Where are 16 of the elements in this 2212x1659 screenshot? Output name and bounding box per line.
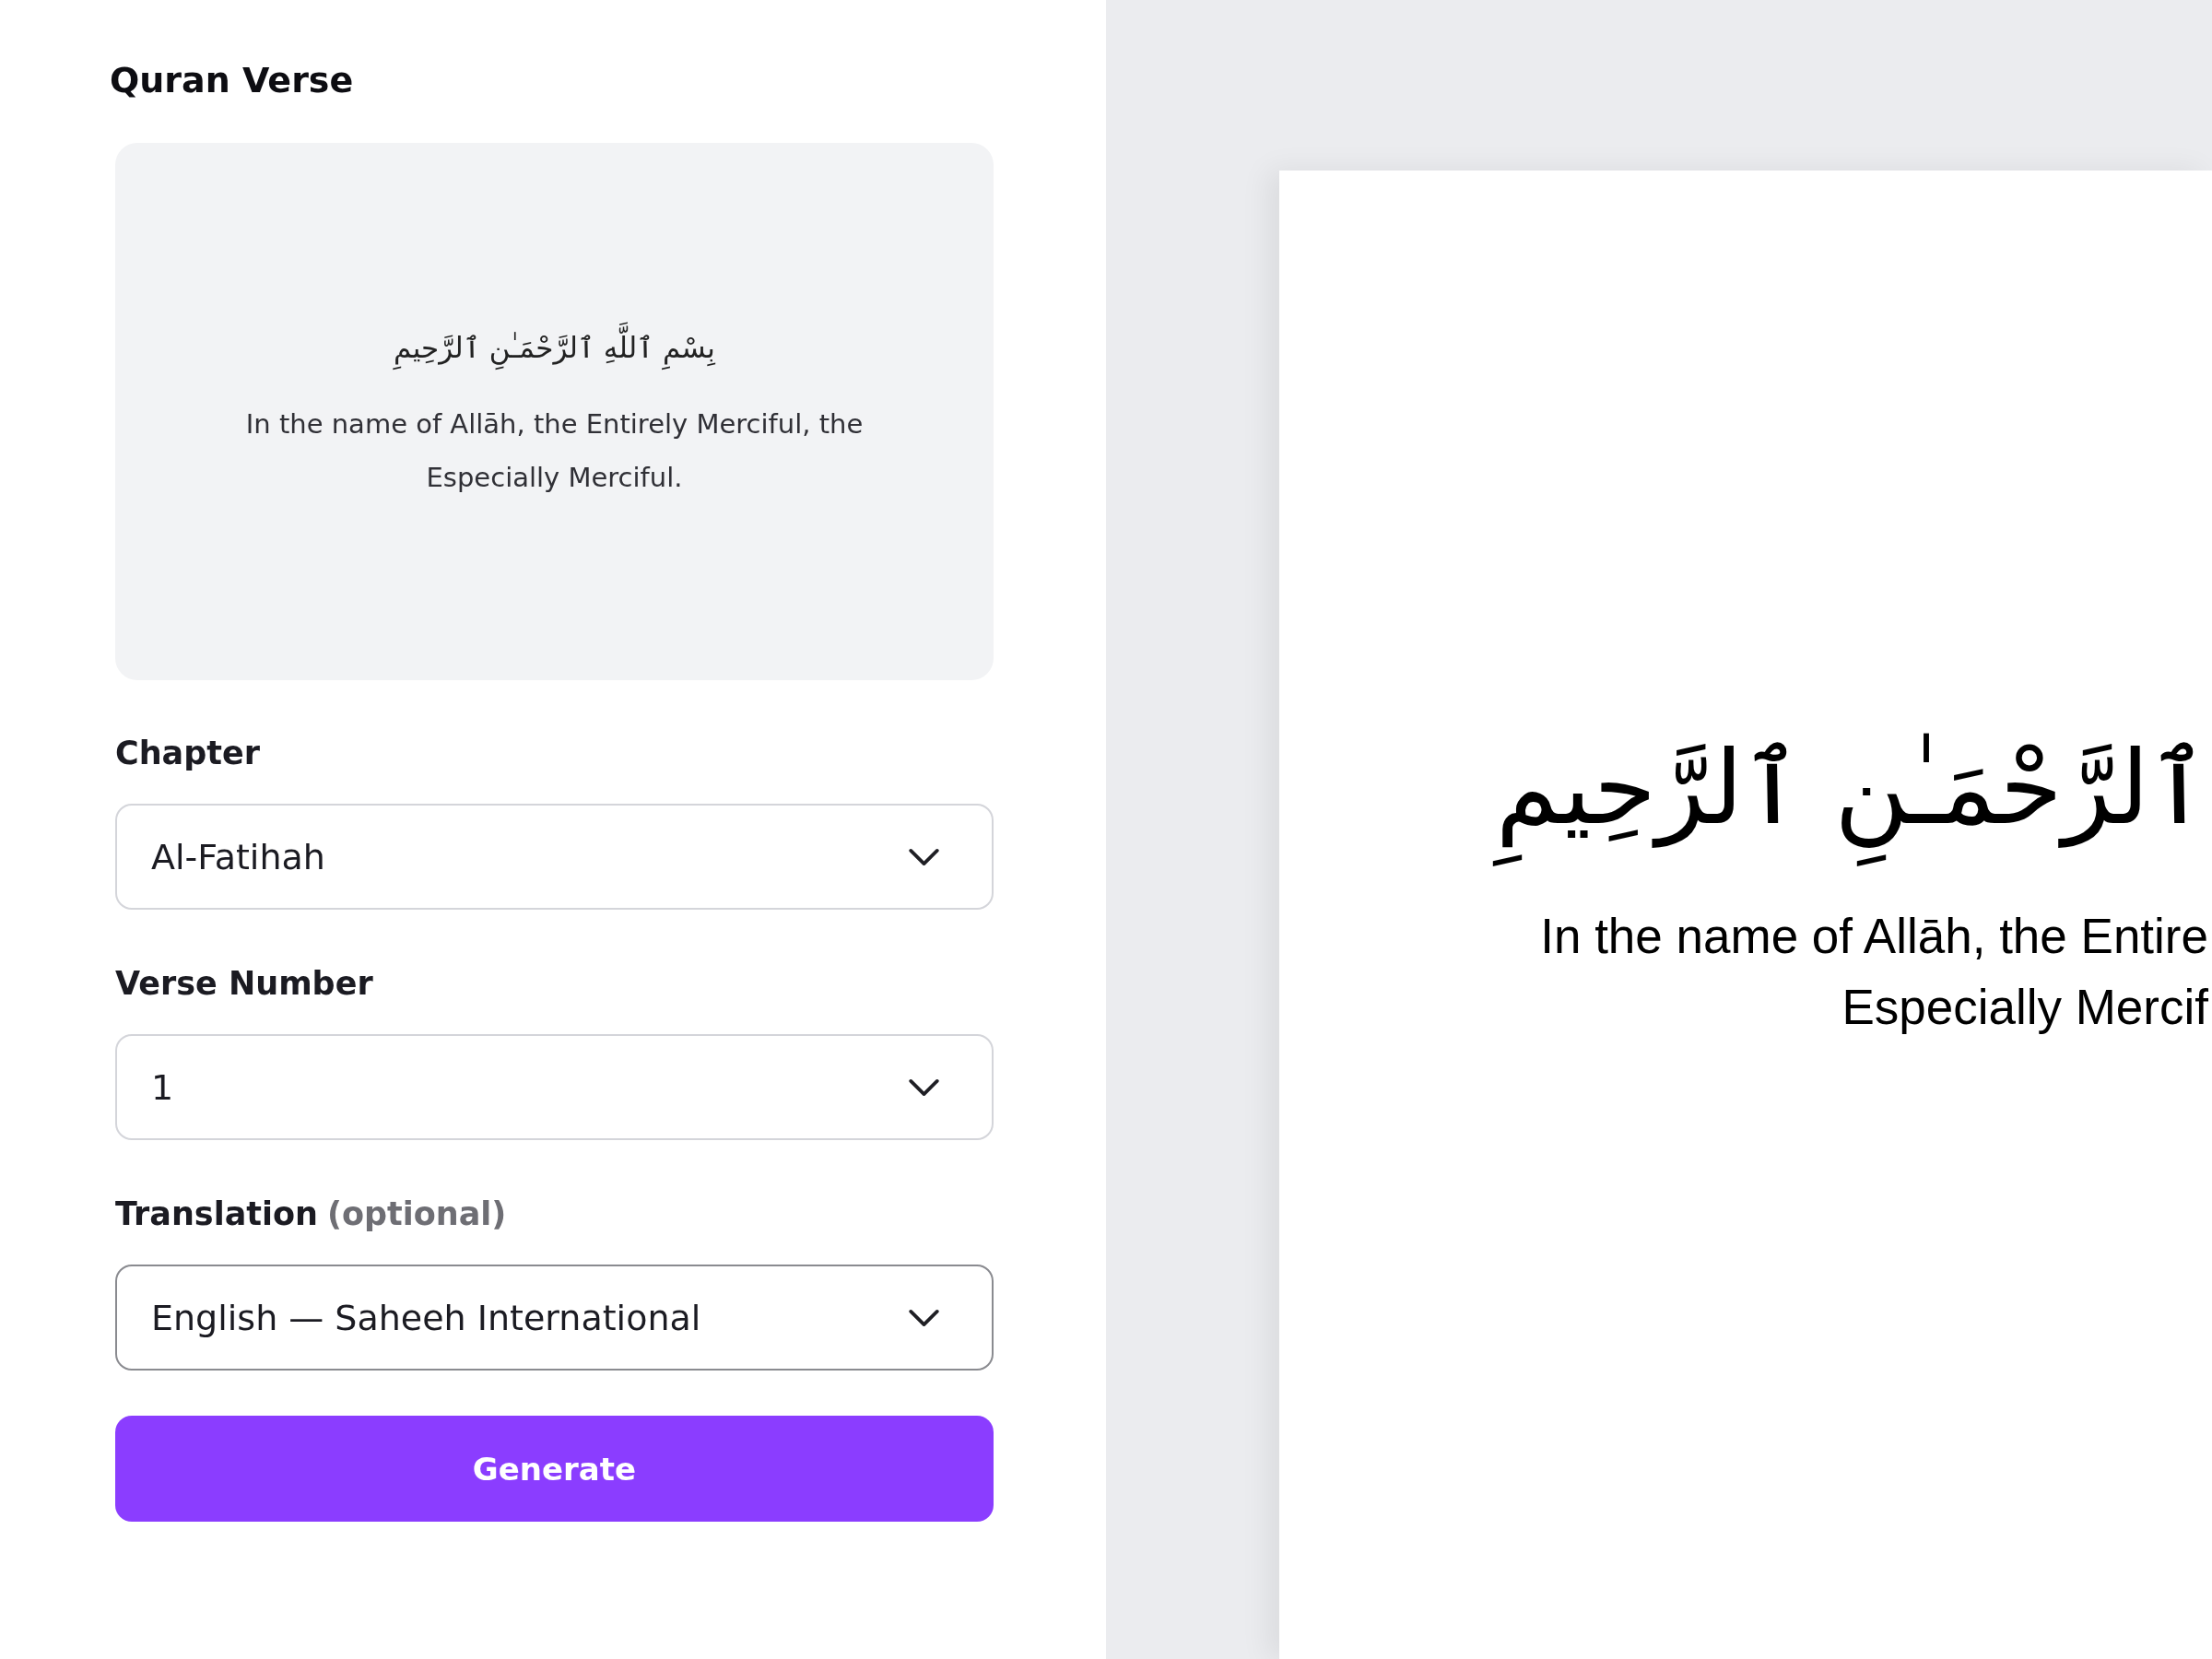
dropdown[interactable]: Al-Fatihah (115, 804, 994, 910)
generate-button[interactable]: Generate (115, 1416, 994, 1522)
field-label: Chapter (115, 734, 260, 773)
chevron-down-icon (908, 847, 940, 866)
field-label: Translation (115, 1194, 318, 1234)
arabic-verse-text: بِسْمِ ٱللَّهِ ٱلرَّحْمَـٰنِ ٱلرَّحِيمِ (394, 319, 715, 375)
translation-text: In the name of Allāh, the Entire (1540, 908, 2208, 965)
translation-text: In the name of Allāh, the Entirely Merciful, the Especially Merciful. (244, 406, 865, 495)
field-label: Verse Number (115, 964, 373, 1004)
dropdown[interactable]: English — Saheeh International (115, 1265, 994, 1371)
optional-hint: (optional) (326, 1194, 507, 1234)
translation-text: Especially Mercif (1841, 979, 2208, 1036)
panel-title: Quran Verse (110, 59, 354, 101)
chevron-down-icon (908, 1077, 940, 1097)
chevron-down-icon (908, 1308, 940, 1327)
dropdown[interactable]: 1 (115, 1034, 994, 1140)
